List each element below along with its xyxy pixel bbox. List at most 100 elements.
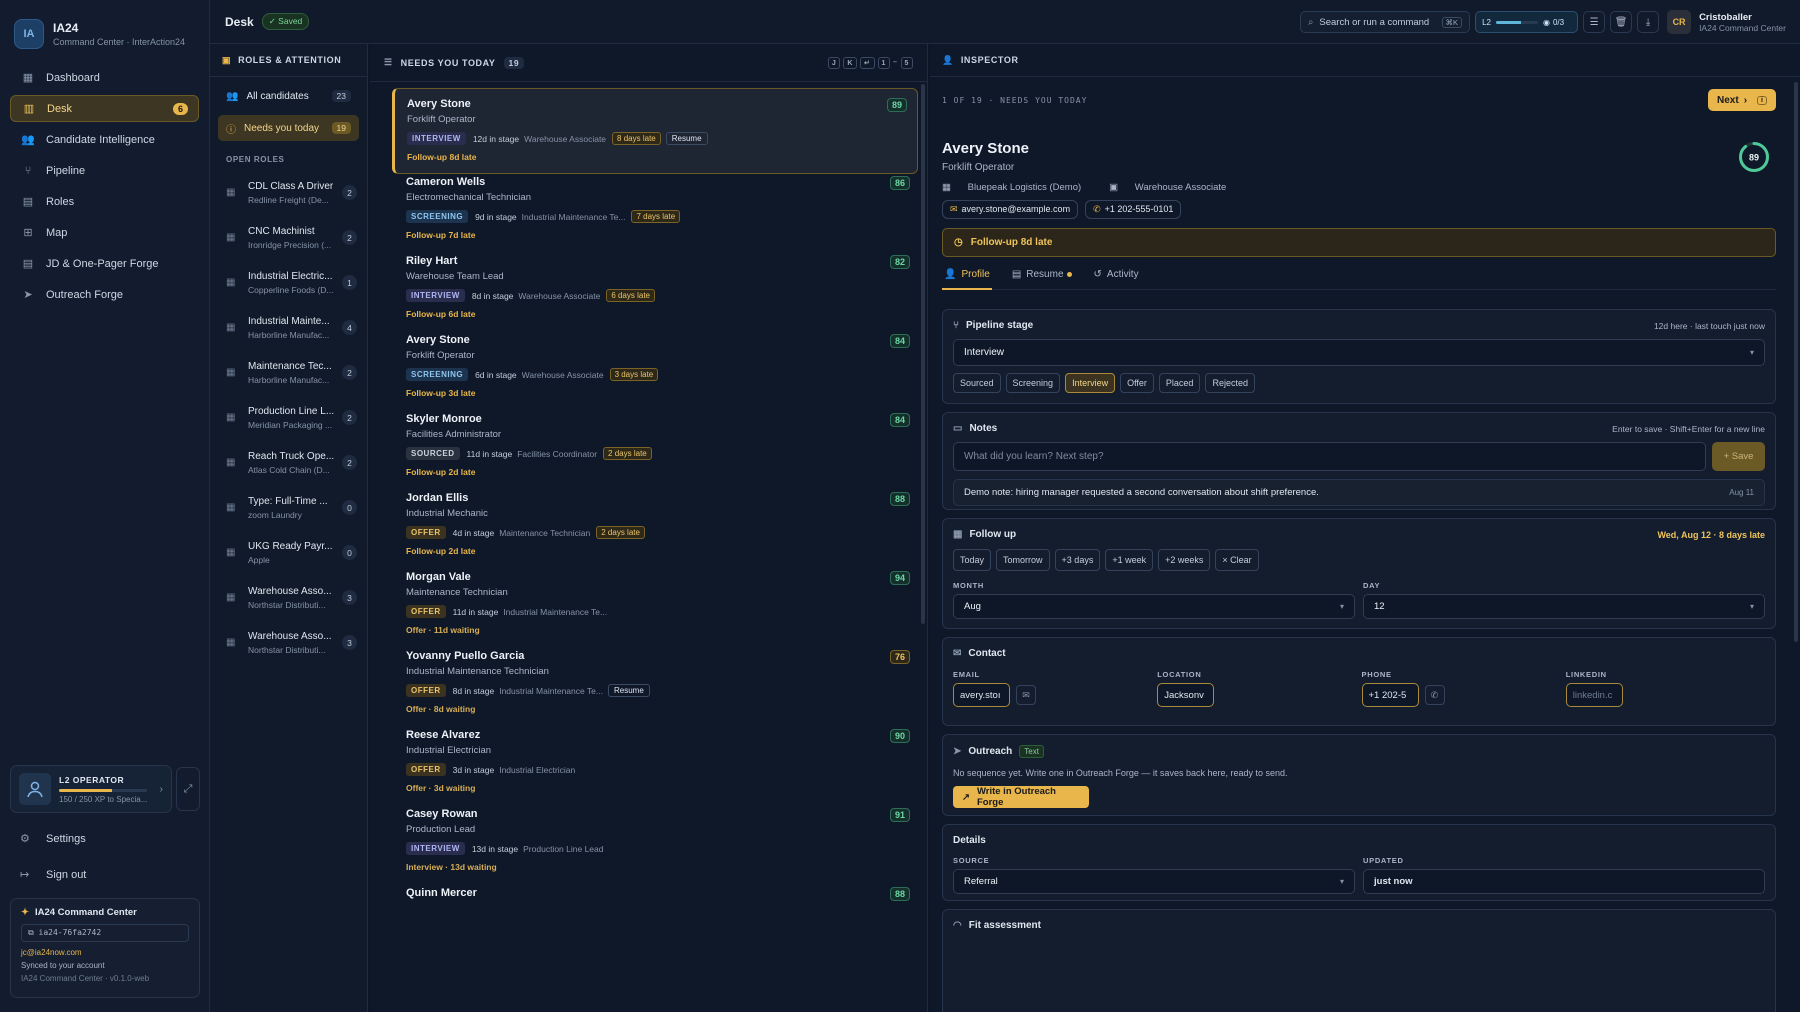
all-candidates[interactable]: 👥 All candidates 23 bbox=[218, 83, 359, 109]
tab-activity[interactable]: ↺ Activity bbox=[1092, 267, 1141, 290]
tab-resume-label: Resume bbox=[1026, 269, 1064, 280]
candidate-card[interactable]: Quinn Mercer 88 bbox=[394, 878, 920, 964]
candidate-card[interactable]: Casey Rowan Production Lead INTERVIEW 13d i… bbox=[394, 799, 920, 885]
needs-you-today[interactable]: ⓘ Needs you today 19 bbox=[218, 115, 359, 141]
month-select[interactable]: Aug ▾ bbox=[953, 594, 1355, 619]
candidate-card[interactable]: Yovanny Puello Garcia Industrial Maintena… bbox=[394, 641, 920, 727]
brand-logo: IA bbox=[14, 19, 44, 49]
account-version: IA24 Command Center · v0.1.0-web bbox=[21, 974, 150, 983]
location-field[interactable]: Jacksonv bbox=[1157, 683, 1215, 707]
user-avatar: CR bbox=[1667, 10, 1692, 34]
inspector-scrollbar[interactable] bbox=[1794, 82, 1798, 642]
role-item[interactable]: ▦ Type: Full-Time ... zoom Laundry 0 bbox=[210, 485, 367, 530]
stage-pill-rejected[interactable]: Rejected bbox=[1205, 373, 1255, 393]
operator-card[interactable]: L2 OPERATOR 150 / 250 XP to Specia... › bbox=[10, 765, 172, 813]
sidebar-item-map[interactable]: ⊞ Map bbox=[10, 219, 199, 246]
role-item[interactable]: ▦ Industrial Electric... Copperline Foods … bbox=[210, 260, 367, 305]
user-menu[interactable]: CR Cristoballer IA24 Command Center bbox=[1667, 10, 1786, 34]
role-item[interactable]: ▦ Warehouse Asso... Northstar Distributi..… bbox=[210, 620, 367, 665]
followup-quick-pick[interactable]: × Clear bbox=[1215, 549, 1259, 571]
sidebar-item-dashboard[interactable]: ▦ Dashboard bbox=[10, 64, 199, 91]
email-field[interactable]: avery.stoı bbox=[953, 683, 1010, 707]
day-label: DAY bbox=[1363, 581, 1381, 590]
command-search[interactable]: ⌕ Search or run a command ⌘K bbox=[1300, 11, 1471, 33]
candidate-card[interactable]: Morgan Vale Maintenance Technician OFFER 11… bbox=[394, 562, 920, 648]
sidebar-item-desk[interactable]: ▥ Desk 6 bbox=[10, 95, 199, 122]
sidebar-item-outreach-forge[interactable]: ➤ Outreach Forge bbox=[10, 281, 199, 308]
card-followup: Follow-up 7d late bbox=[406, 230, 476, 240]
save-note-button[interactable]: + Save bbox=[1712, 442, 1765, 471]
database-icon[interactable]: ☰ bbox=[1583, 11, 1606, 33]
candidate-card[interactable]: Riley Hart Warehouse Team Lead INTERVIEW 8d… bbox=[394, 246, 920, 332]
trash-icon[interactable]: 🗑 bbox=[1610, 11, 1633, 33]
tab-resume[interactable]: ▤ Resume bbox=[1010, 267, 1074, 290]
settings-link[interactable]: ⚙ Settings bbox=[20, 832, 86, 846]
stage-pill-sourced[interactable]: Sourced bbox=[953, 373, 1001, 393]
followup-quick-pick[interactable]: +3 days bbox=[1054, 549, 1101, 571]
write-outreach-button[interactable]: ↗ Write in Outreach Forge bbox=[953, 786, 1089, 808]
candidate-card[interactable]: Avery Stone Forklift Operator SCREENING 6d … bbox=[394, 325, 920, 411]
days-in-stage: 8d in stage bbox=[471, 290, 514, 301]
candidate-title: Industrial Maintenance Technician bbox=[406, 666, 549, 677]
account-id[interactable]: ⧉ ia24-76fa2742 bbox=[21, 924, 189, 942]
source-select[interactable]: Referral ▾ bbox=[953, 869, 1355, 894]
role-item[interactable]: ▦ Industrial Mainte... Harborline Manufac.… bbox=[210, 305, 367, 350]
open-roles-heading: OPEN ROLES bbox=[226, 155, 285, 164]
phone-icon[interactable]: ✆ bbox=[1424, 685, 1445, 705]
account-email[interactable]: jc@ia24now.com bbox=[21, 948, 189, 957]
card-followup: Follow-up 3d late bbox=[406, 388, 476, 398]
followup-quick-pick[interactable]: +1 week bbox=[1105, 549, 1154, 571]
sidebar-item-pipeline[interactable]: ⑂ Pipeline bbox=[10, 157, 199, 184]
building-icon: ▦ bbox=[226, 232, 236, 243]
followup-quick-pick[interactable]: +2 weeks bbox=[1158, 549, 1211, 571]
account-title: IA24 Command Center bbox=[34, 907, 137, 918]
stage-pill-placed[interactable]: Placed bbox=[1158, 373, 1201, 393]
chevron-right-icon: › bbox=[159, 783, 163, 795]
role-item[interactable]: ▦ Production Line L... Meridian Packaging … bbox=[210, 395, 367, 440]
candidate-card[interactable]: Avery Stone Forklift Operator INTERVIEW 12d… bbox=[392, 88, 918, 174]
candidate-card[interactable]: Reese Alvarez Industrial Electrician OFFER… bbox=[394, 720, 920, 806]
mail-icon[interactable]: ✉ bbox=[1016, 685, 1036, 705]
level-progress[interactable]: L2 ◉ 0/3 bbox=[1475, 11, 1579, 33]
candidate-card[interactable]: Cameron Wells Electromechanical Technicia… bbox=[394, 167, 920, 253]
role-item[interactable]: ▦ UKG Ready Payr... Apple 0 bbox=[210, 530, 367, 575]
phone-chip-text: +1 202-555-0101 bbox=[1104, 204, 1174, 214]
linkedin-field[interactable]: linkedin.c bbox=[1565, 683, 1623, 707]
email-chip[interactable]: ✉ avery.stone@example.com bbox=[942, 200, 1079, 219]
sidebar-item-roles[interactable]: ▤ Roles bbox=[10, 188, 199, 215]
score-badge: 90 bbox=[889, 729, 910, 743]
next-button[interactable]: Next › i bbox=[1708, 89, 1776, 111]
dashboard-icon: ▦ bbox=[22, 72, 34, 84]
role-item[interactable]: ▦ Reach Truck Ope... Atlas Cold Chain (D..… bbox=[210, 440, 367, 485]
role-item[interactable]: ▦ CNC Machinist Ironridge Precision (... 2 bbox=[210, 215, 367, 260]
phone-chip[interactable]: ✆ +1 202-555-0101 bbox=[1085, 200, 1182, 219]
stage-pill-interview[interactable]: Interview bbox=[1065, 373, 1116, 393]
download-icon[interactable]: ⤓ bbox=[1637, 11, 1660, 33]
users-icon: 👥 bbox=[21, 134, 35, 146]
user-icon: 👤 bbox=[942, 54, 954, 65]
stage-pill-offer[interactable]: Offer bbox=[1120, 373, 1154, 393]
brand[interactable]: IA IA24 Command Center · InterAction24 bbox=[0, 0, 209, 50]
expand-icon[interactable]: ⤢ bbox=[176, 767, 200, 811]
signout-link[interactable]: ↦ Sign out bbox=[20, 868, 86, 882]
note-input[interactable]: What did you learn? Next step? bbox=[953, 442, 1706, 471]
role-item[interactable]: ▦ Maintenance Tec... Harborline Manufac...… bbox=[210, 350, 367, 395]
role-item[interactable]: ▦ CDL Class A Driver Redline Freight (De..… bbox=[210, 170, 367, 215]
sidebar-item-label: Pipeline bbox=[46, 164, 86, 177]
role-item[interactable]: ▦ Warehouse Asso... Northstar Distributi..… bbox=[210, 575, 367, 620]
role-name: CDL Class A Driver bbox=[248, 180, 334, 192]
followup-quick-pick[interactable]: Tomorrow bbox=[996, 549, 1050, 571]
phone-field[interactable]: +1 202-5 bbox=[1361, 683, 1419, 707]
candidate-card[interactable]: Jordan Ellis Industrial Mechanic OFFER 4d i… bbox=[394, 483, 920, 569]
pipeline-select[interactable]: Interview ▾ bbox=[953, 339, 1765, 366]
candidate-card[interactable]: Skyler Monroe Facilities Administrator SOU… bbox=[394, 404, 920, 490]
sidebar-item-jd-one-pager-forge[interactable]: ▤ JD & One-Pager Forge bbox=[10, 250, 199, 277]
followup-quick-pick[interactable]: Today bbox=[953, 549, 992, 571]
queue-scrollbar[interactable] bbox=[921, 84, 925, 624]
stage-pill-screening[interactable]: Screening bbox=[1005, 373, 1061, 393]
tab-profile[interactable]: 👤 Profile bbox=[942, 267, 992, 290]
account-id-text: ia24-76fa2742 bbox=[38, 928, 102, 937]
sidebar-item-candidate-intelligence[interactable]: 👥 Candidate Intelligence bbox=[10, 126, 199, 153]
day-select[interactable]: 12 ▾ bbox=[1363, 594, 1765, 619]
building-icon: ▦ bbox=[226, 592, 236, 603]
